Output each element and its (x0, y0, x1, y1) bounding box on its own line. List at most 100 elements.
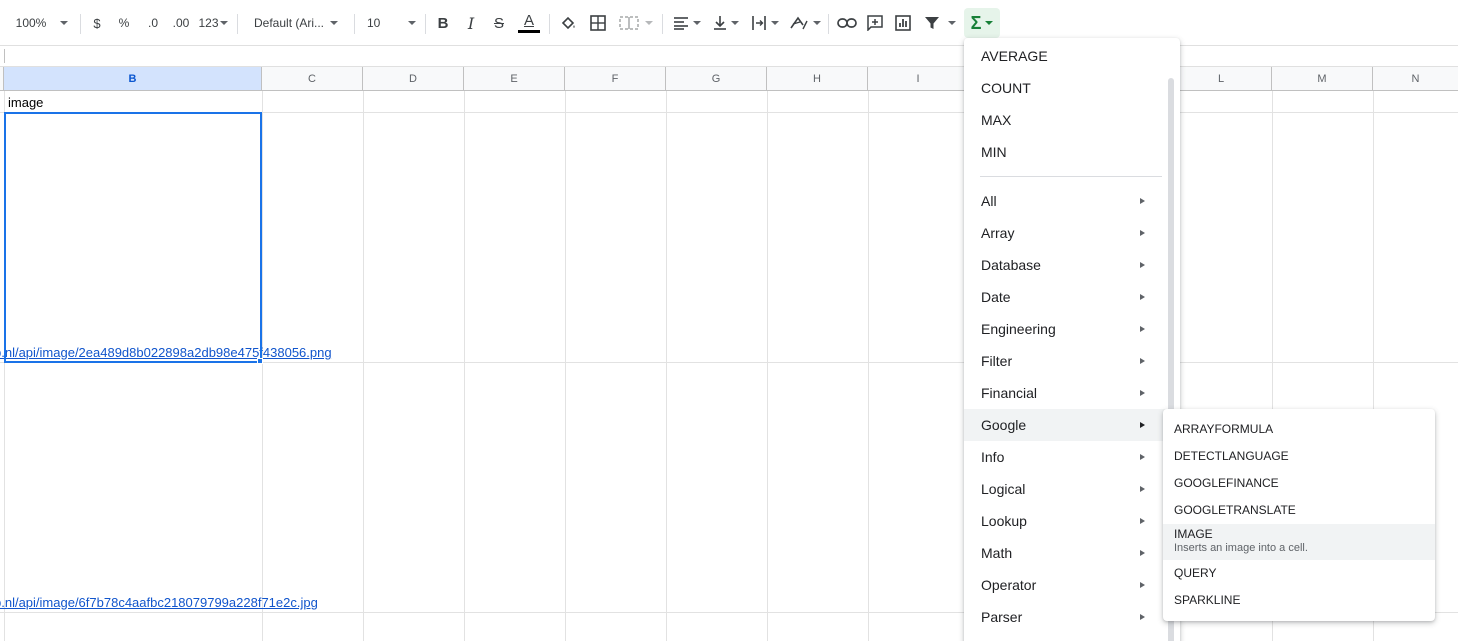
menu-category-math[interactable]: Math (964, 537, 1180, 569)
borders-icon[interactable] (587, 8, 609, 38)
submenu-arrow-icon (1140, 358, 1145, 364)
submenu-item-detectlanguage[interactable]: DETECTLANGUAGE (1163, 449, 1435, 463)
menu-category-date[interactable]: Date (964, 281, 1180, 313)
menu-category-google[interactable]: Google (964, 409, 1180, 441)
font-family-select[interactable]: Default (Ari... (247, 8, 347, 38)
submenu-item-image[interactable]: IMAGE Inserts an image into a cell. (1163, 524, 1435, 560)
submenu-arrow-icon (1140, 582, 1145, 588)
submenu-item-arrayformula[interactable]: ARRAYFORMULA (1163, 422, 1435, 436)
submenu-arrow-icon (1140, 198, 1145, 204)
insert-comment-icon[interactable] (864, 8, 886, 38)
menu-category-label: Parser (981, 609, 1023, 625)
menu-item-count[interactable]: COUNT (964, 72, 1180, 104)
submenu-arrow-icon (1140, 294, 1145, 300)
menu-category-logical[interactable]: Logical (964, 473, 1180, 505)
text-rotation-icon[interactable] (787, 8, 823, 38)
menu-item-min[interactable]: MIN (964, 136, 1180, 168)
fill-handle[interactable] (257, 358, 263, 364)
submenu-arrow-icon (1140, 390, 1145, 396)
decrease-decimals-button[interactable]: .0 (142, 8, 164, 38)
menu-category-label: Lookup (981, 513, 1027, 529)
formula-bar[interactable] (0, 46, 1458, 67)
cell-selection (4, 112, 262, 363)
cell-b1-header[interactable]: image (8, 95, 43, 110)
increase-decimals-button[interactable]: .00 (169, 8, 193, 38)
menu-category-label: Database (981, 257, 1041, 273)
percent-button[interactable]: % (115, 8, 133, 38)
menu-category-operator[interactable]: Operator (964, 569, 1180, 601)
menu-item-average[interactable]: AVERAGE (964, 40, 1180, 72)
column-header-b[interactable]: B (4, 67, 262, 91)
column-header-f[interactable]: F (565, 67, 666, 91)
horizontal-align-icon[interactable] (670, 8, 704, 38)
menu-item-max[interactable]: MAX (964, 104, 1180, 136)
submenu-item-query[interactable]: QUERY (1163, 566, 1435, 580)
submenu-item-image-description: Inserts an image into a cell. (1174, 542, 1308, 554)
submenu-arrow-icon (1140, 422, 1145, 428)
menu-divider (980, 176, 1162, 177)
toolbar: 100% $ % .0 .00 123 Default (Ari... 10 B… (0, 0, 1458, 46)
menu-category-label: Google (981, 417, 1027, 433)
submenu-arrow-icon (1140, 326, 1145, 332)
italic-button[interactable]: I (461, 8, 481, 38)
vertical-align-icon[interactable] (709, 8, 743, 38)
menu-category-info[interactable]: Info (964, 441, 1180, 473)
bold-button[interactable]: B (433, 8, 453, 38)
font-size-select[interactable]: 10 (360, 8, 420, 38)
filter-icon[interactable] (920, 8, 960, 38)
google-functions-submenu: ARRAYFORMULA DETECTLANGUAGE GOOGLEFINANC… (1163, 409, 1435, 621)
menu-category-array[interactable]: Array (964, 217, 1180, 249)
more-formats-label: 123 (198, 16, 219, 30)
fill-color-icon[interactable] (557, 8, 579, 38)
column-header-e[interactable]: E (464, 67, 565, 91)
font-family-value: Default (Ari... (254, 16, 325, 30)
text-color-button[interactable]: A (517, 8, 541, 38)
menu-category-database[interactable]: Database (964, 249, 1180, 281)
submenu-item-googlefinance[interactable]: GOOGLEFINANCE (1163, 476, 1435, 490)
submenu-arrow-icon (1140, 230, 1145, 236)
zoom-value: 100% (15, 16, 47, 30)
text-color-bar (518, 30, 540, 33)
submenu-item-googletranslate[interactable]: GOOGLETRANSLATE (1163, 503, 1435, 517)
menu-category-label: Logical (981, 481, 1026, 497)
insert-chart-icon[interactable] (892, 8, 914, 38)
merge-cells-icon[interactable] (616, 8, 656, 38)
currency-button[interactable]: $ (88, 8, 106, 38)
column-header-g[interactable]: G (666, 67, 767, 91)
menu-category-label: Info (981, 449, 1005, 465)
submenu-arrow-icon (1140, 518, 1145, 524)
menu-category-lookup[interactable]: Lookup (964, 505, 1180, 537)
functions-menu: AVERAGE COUNT MAX MIN All Array Database… (964, 38, 1180, 641)
sigma-icon: Σ (970, 12, 982, 33)
submenu-arrow-icon (1140, 614, 1145, 620)
menu-category-label: Filter (981, 353, 1013, 369)
column-header-m[interactable]: M (1272, 67, 1373, 91)
menu-category-parser[interactable]: Parser (964, 601, 1180, 633)
zoom-select[interactable]: 100% (10, 8, 74, 38)
font-size-value: 10 (367, 16, 381, 30)
column-header-h[interactable]: H (767, 67, 868, 91)
column-header-d[interactable]: D (363, 67, 464, 91)
menu-category-label: Financial (981, 385, 1038, 401)
increase-decimals-label: .00 (172, 16, 190, 30)
submenu-item-sparkline[interactable]: SPARKLINE (1163, 593, 1435, 607)
menu-category-all[interactable]: All (964, 185, 1180, 217)
insert-link-icon[interactable] (836, 8, 858, 38)
functions-button[interactable]: Σ (964, 8, 1000, 38)
strikethrough-button[interactable]: S (489, 8, 509, 38)
column-header-c[interactable]: C (262, 67, 363, 91)
submenu-item-image-name: IMAGE (1174, 527, 1213, 541)
menu-category-label: Operator (981, 577, 1037, 593)
text-wrapping-icon[interactable] (748, 8, 782, 38)
more-formats-button[interactable]: 123 (197, 8, 229, 38)
menu-category-label: Engineering (981, 321, 1056, 337)
menu-category-label: All (981, 193, 997, 209)
menu-category-financial[interactable]: Financial (964, 377, 1180, 409)
cell-b3-image-link[interactable]: b.nl/api/image/6f7b78c4aafbc218079799a22… (0, 595, 318, 610)
column-header-i[interactable]: I (868, 67, 969, 91)
column-header-l[interactable]: L (1171, 67, 1272, 91)
menu-category-filter[interactable]: Filter (964, 345, 1180, 377)
submenu-arrow-icon (1140, 262, 1145, 268)
menu-category-engineering[interactable]: Engineering (964, 313, 1180, 345)
column-header-n[interactable]: N (1373, 67, 1458, 91)
